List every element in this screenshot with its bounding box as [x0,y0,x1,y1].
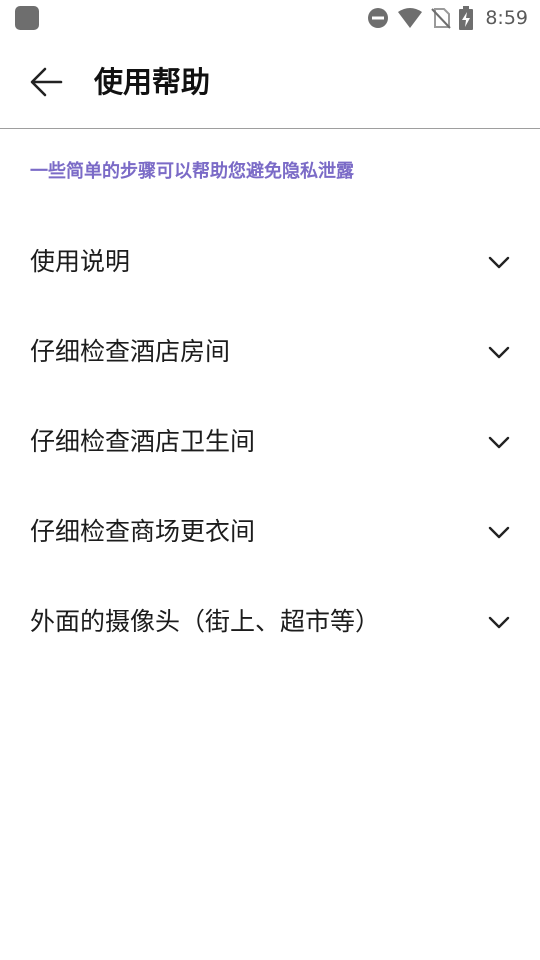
faq-item-label: 使用说明 [30,247,131,276]
faq-item-hotel-bathroom[interactable]: 仔细检查酒店卫生间 [0,397,540,487]
app-notification-icon [15,6,39,30]
faq-item-outdoor-cameras[interactable]: 外面的摄像头（街上、超市等） [0,577,540,667]
chevron-down-icon [488,436,510,449]
faq-item-label: 外面的摄像头（街上、超市等） [30,607,381,636]
arrow-left-icon [30,67,63,97]
battery-charging-icon [459,6,474,30]
faq-list: 使用说明 仔细检查酒店房间 仔细检查酒店卫生间 仔细检查商场更衣间 外面的摄像头… [0,217,540,667]
no-sim-icon [431,8,452,29]
app-bar: 使用帮助 [0,36,540,129]
faq-item-label: 仔细检查酒店房间 [30,337,231,366]
chevron-down-icon [488,526,510,539]
status-bar: 8:59 [0,0,540,36]
faq-item-usage-instructions[interactable]: 使用说明 [0,217,540,307]
chevron-down-icon [488,346,510,359]
do-not-disturb-icon [368,8,389,28]
faq-item-fitting-room[interactable]: 仔细检查商场更衣间 [0,487,540,577]
page-title: 使用帮助 [94,65,211,99]
wifi-icon [398,8,423,28]
chevron-down-icon [488,616,510,629]
back-button[interactable] [18,58,74,106]
faq-item-label: 仔细检查商场更衣间 [30,517,256,546]
intro-text: 一些简单的步骤可以帮助您避免隐私泄露 [30,161,354,182]
faq-item-label: 仔细检查酒店卫生间 [30,427,256,456]
faq-item-hotel-room[interactable]: 仔细检查酒店房间 [0,307,540,397]
status-time: 8:59 [485,7,528,29]
chevron-down-icon [488,256,510,269]
status-icons: 8:59 [367,5,528,31]
